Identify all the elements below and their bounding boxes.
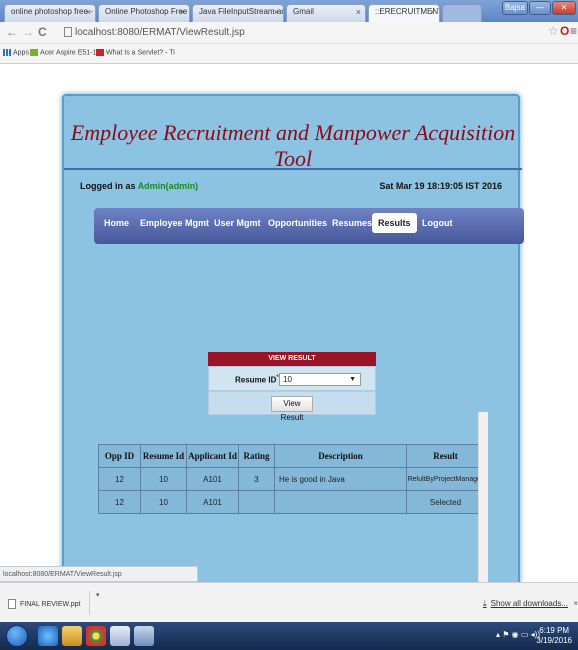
view-result-heading: VIEW RESULT [208, 352, 376, 366]
table-cell: A101 [186, 490, 239, 514]
url-text: localhost:8080/ERMAT/ViewResult.jsp [75, 27, 245, 38]
page-viewport: Employee Recruitment and Manpower Acquis… [0, 64, 578, 590]
table-cell: 12 [98, 467, 141, 491]
menu-icon[interactable]: ≡ [570, 24, 577, 38]
folder-icon[interactable] [62, 626, 82, 646]
table-cell: RelultByProjectManager [406, 467, 485, 491]
resume-id-label: Resume ID* [235, 375, 279, 385]
window-controls: Bajsa — ✕ [502, 1, 576, 15]
table-cell: A101 [186, 467, 239, 491]
window-user-button[interactable]: Bajsa [502, 1, 528, 15]
table-cell: 12 [98, 490, 141, 514]
table-cell: He is good in Java [274, 467, 407, 491]
browser-tab-bar: online photoshop free - (× Online Photos… [0, 0, 578, 22]
column-header: Applicant Id [186, 444, 239, 468]
results-table: Opp ID Resume Id Applicant Id Rating Des… [98, 444, 485, 514]
browser-toolbar: ← → C localhost:8080/ERMAT/ViewResult.js… [0, 22, 578, 44]
system-tray-icons[interactable]: ▴ ⚑ ◉ ▭ ◂)) [496, 630, 540, 639]
column-header: Result [406, 444, 485, 468]
downloads-bar: FINAL REVIEW.ppt ▾ ⤓ Show all downloads..… [0, 582, 578, 622]
tab-online-photoshop-free[interactable]: Online Photoshop Free - × [98, 4, 190, 22]
bookmarks-bar: Apps Acer Aspire E51-111 · What Is a Ser… [0, 44, 578, 64]
table-header-row: Opp ID Resume Id Applicant Id Rating Des… [98, 444, 485, 468]
chevron-down-icon: ▼ [349, 376, 356, 383]
menu-user-mgmt[interactable]: User Mgmt [214, 218, 261, 228]
opera-icon[interactable]: O [560, 24, 569, 38]
star-icon[interactable]: ☆ [548, 24, 559, 38]
ie-icon[interactable] [38, 626, 58, 646]
view-result-button[interactable]: View Result [271, 396, 313, 422]
app-panel: Employee Recruitment and Manpower Acquis… [62, 94, 524, 590]
tab-close-icon[interactable]: × [356, 7, 361, 17]
download-menu-arrow-icon[interactable]: ▾ [96, 591, 100, 599]
table-row: 12 10 A101 Selected [98, 490, 485, 514]
close-window-button[interactable]: ✕ [552, 1, 576, 15]
reload-icon[interactable]: C [38, 25, 47, 39]
menu-logout[interactable]: Logout [422, 218, 453, 228]
column-header: Rating [238, 444, 275, 468]
address-bar[interactable]: localhost:8080/ERMAT/ViewResult.jsp [62, 25, 532, 41]
servlet-icon [96, 49, 104, 56]
tab-close-icon[interactable]: × [430, 7, 435, 17]
close-downloads-icon[interactable]: × [573, 599, 578, 608]
page-title: Employee Recruitment and Manpower Acquis… [70, 120, 516, 171]
datetime-text: Sat Mar 19 18:19:05 IST 2016 [379, 181, 502, 191]
bookmark-servlet[interactable]: What Is a Servlet? - Ti [96, 49, 175, 56]
view-result-form: VIEW RESULT Resume ID* 10 ▼ View Result [208, 352, 376, 426]
tab-label: Java FileInputStream and [199, 7, 284, 16]
tab-close-icon[interactable]: × [274, 7, 279, 17]
forward-arrow-icon[interactable]: → [22, 25, 34, 39]
tab-erecruitment[interactable]: ::ERECRUITMENT:: × [368, 4, 440, 22]
table-row: 12 10 A101 3 He is good in Java RelultBy… [98, 467, 485, 491]
tab-online-photoshop[interactable]: online photoshop free - (× [4, 4, 96, 22]
menu-employee-mgmt[interactable]: Employee Mgmt [140, 218, 209, 228]
tab-close-icon[interactable]: × [180, 7, 185, 17]
tab-gmail[interactable]: Gmail × [286, 4, 366, 22]
taskbar-clock[interactable]: 6:19 PM 3/19/2016 [536, 626, 572, 646]
windows-taskbar: ▴ ⚑ ◉ ▭ ◂)) 6:19 PM 3/19/2016 [0, 622, 578, 650]
download-icon: ⤓ [483, 599, 487, 608]
tab-label: Online Photoshop Free - [105, 7, 190, 16]
tab-close-icon[interactable]: × [86, 7, 91, 17]
table-cell: Selected [406, 490, 485, 514]
new-tab-button[interactable] [442, 4, 482, 22]
tab-label: online photoshop free - ( [11, 7, 96, 16]
acer-icon [30, 49, 38, 56]
table-scrollbar[interactable] [478, 412, 488, 584]
download-item[interactable]: FINAL REVIEW.ppt [4, 591, 90, 615]
chrome-icon[interactable] [86, 626, 106, 646]
minimize-button[interactable]: — [529, 1, 551, 15]
bookmark-apps[interactable]: Apps [3, 49, 29, 56]
start-button[interactable] [6, 625, 28, 647]
table-cell: 3 [238, 467, 275, 491]
show-all-downloads-link[interactable]: ⤓ Show all downloads... [483, 599, 568, 609]
apps-icon [3, 49, 11, 56]
menu-opportunities[interactable]: Opportunities [268, 218, 327, 228]
menu-resumes[interactable]: Resumes [332, 218, 372, 228]
column-header: Opp ID [98, 444, 141, 468]
resume-id-select[interactable]: 10 ▼ [279, 373, 361, 386]
tab-java-fileinputstream[interactable]: Java FileInputStream and × [192, 4, 284, 22]
menu-results[interactable]: Results [372, 213, 417, 233]
logged-in-user: Admin(admin) [137, 181, 199, 191]
document-icon [8, 599, 16, 609]
table-cell: 10 [140, 490, 187, 514]
table-cell [238, 490, 275, 514]
main-menu: Home Employee Mgmt User Mgmt Opportuniti… [94, 208, 524, 244]
resume-id-row: Resume ID* 10 ▼ [208, 366, 376, 391]
logged-in-text: Logged in as Admin(admin) [80, 181, 199, 191]
status-url: localhost:8080/ERMAT/ViewResult.jsp [0, 566, 198, 582]
table-cell [274, 490, 407, 514]
view-result-button-row: View Result [208, 391, 376, 422]
table-cell: 10 [140, 467, 187, 491]
page-icon [64, 27, 72, 38]
header-divider [64, 168, 522, 170]
menu-home[interactable]: Home [104, 218, 129, 228]
column-header: Resume Id [140, 444, 187, 468]
app-window-icon[interactable] [134, 626, 154, 646]
tab-label: Gmail [293, 7, 314, 16]
back-arrow-icon[interactable]: ← [6, 25, 18, 39]
column-header: Description [274, 444, 407, 468]
app-window-icon[interactable] [110, 626, 130, 646]
